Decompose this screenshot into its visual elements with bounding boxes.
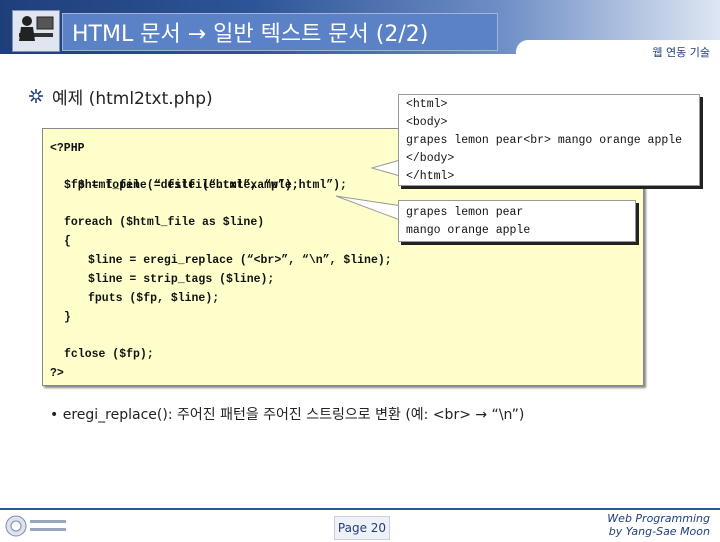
footer-credit: Web Programming by Yang-Sae Moon — [607, 512, 710, 538]
callout-line: mango orange apple — [406, 224, 531, 237]
university-seal-icon — [4, 514, 70, 538]
callout-line: </body> — [406, 152, 455, 165]
page-number: Page 20 — [334, 516, 390, 540]
footer-divider — [0, 508, 720, 510]
note-text: eregi_replace(): 주어진 패턴을 주어진 스트링으로 변환 (예… — [62, 407, 525, 423]
callout-line: <body> — [406, 116, 448, 129]
callout-pointers — [335, 159, 403, 221]
callout-line: grapes lemon pear — [406, 206, 524, 219]
callout-line: grapes lemon pear<br> mango orange apple — [406, 134, 683, 147]
note-bullet: • eregi_replace(): 주어진 패턴을 주어진 스트링으로 변환 … — [50, 407, 525, 423]
callout-line: </html> — [406, 170, 455, 183]
credit-line: by Yang-Sae Moon — [608, 525, 710, 538]
callout-line: <html> — [406, 98, 448, 111]
credit-line: Web Programming — [607, 512, 710, 525]
